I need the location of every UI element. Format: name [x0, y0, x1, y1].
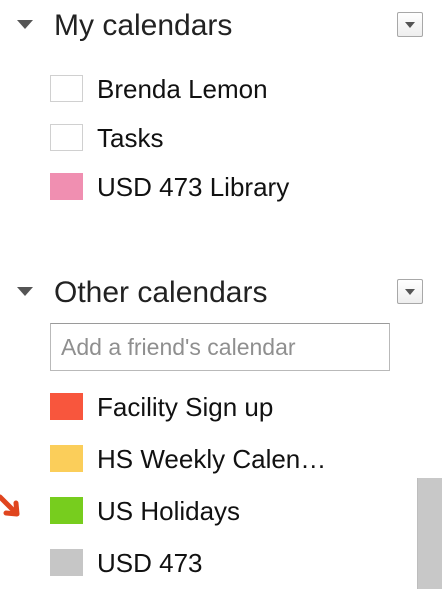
- collapse-arrow-icon[interactable]: [17, 287, 33, 296]
- calendar-color-swatch[interactable]: [50, 497, 83, 524]
- calendar-label: US Holidays: [97, 496, 241, 526]
- annotation-arrow-shape: [0, 494, 20, 517]
- scrollbar-thumb[interactable]: [417, 478, 442, 589]
- calendar-color-swatch[interactable]: [50, 549, 83, 576]
- chevron-down-icon: [405, 289, 415, 295]
- calendar-label: Facility Sign up: [97, 392, 274, 422]
- calendar-label: Tasks: [97, 123, 164, 153]
- calendar-label: HS Weekly Calen…: [97, 444, 327, 474]
- calendar-color-swatch[interactable]: [50, 445, 83, 472]
- calendar-item-us-holidays[interactable]: US Holidays: [50, 492, 380, 530]
- calendar-item-brenda-lemon[interactable]: Brenda Lemon: [50, 70, 380, 108]
- calendar-item-facility-sign-up[interactable]: Facility Sign up: [50, 388, 380, 426]
- calendar-label: USD 473 Library: [97, 172, 290, 202]
- other-calendars-header: Other calendars: [0, 271, 445, 315]
- add-friend-calendar-input[interactable]: [50, 323, 390, 371]
- collapse-arrow-icon[interactable]: [17, 20, 33, 29]
- my-calendars-header: My calendars: [0, 4, 445, 48]
- calendar-label: Brenda Lemon: [97, 74, 268, 104]
- calendar-item-usd-473[interactable]: USD 473: [50, 544, 380, 582]
- other-calendars-menu-button[interactable]: [397, 279, 423, 304]
- calendar-label: USD 473: [97, 548, 203, 578]
- calendar-color-swatch[interactable]: [50, 124, 83, 151]
- calendar-item-tasks[interactable]: Tasks: [50, 119, 380, 157]
- other-calendars-title[interactable]: Other calendars: [54, 273, 267, 313]
- calendar-color-swatch[interactable]: [50, 75, 83, 102]
- calendar-color-swatch[interactable]: [50, 393, 83, 420]
- calendar-color-swatch[interactable]: [50, 173, 83, 200]
- my-calendars-menu-button[interactable]: [397, 12, 423, 37]
- chevron-down-icon: [405, 22, 415, 28]
- calendar-item-usd-473-library[interactable]: USD 473 Library: [50, 168, 380, 206]
- annotation-arrow-icon: [0, 494, 20, 517]
- calendar-item-hs-weekly-calendar[interactable]: HS Weekly Calen…: [50, 440, 380, 478]
- my-calendars-title[interactable]: My calendars: [54, 6, 232, 46]
